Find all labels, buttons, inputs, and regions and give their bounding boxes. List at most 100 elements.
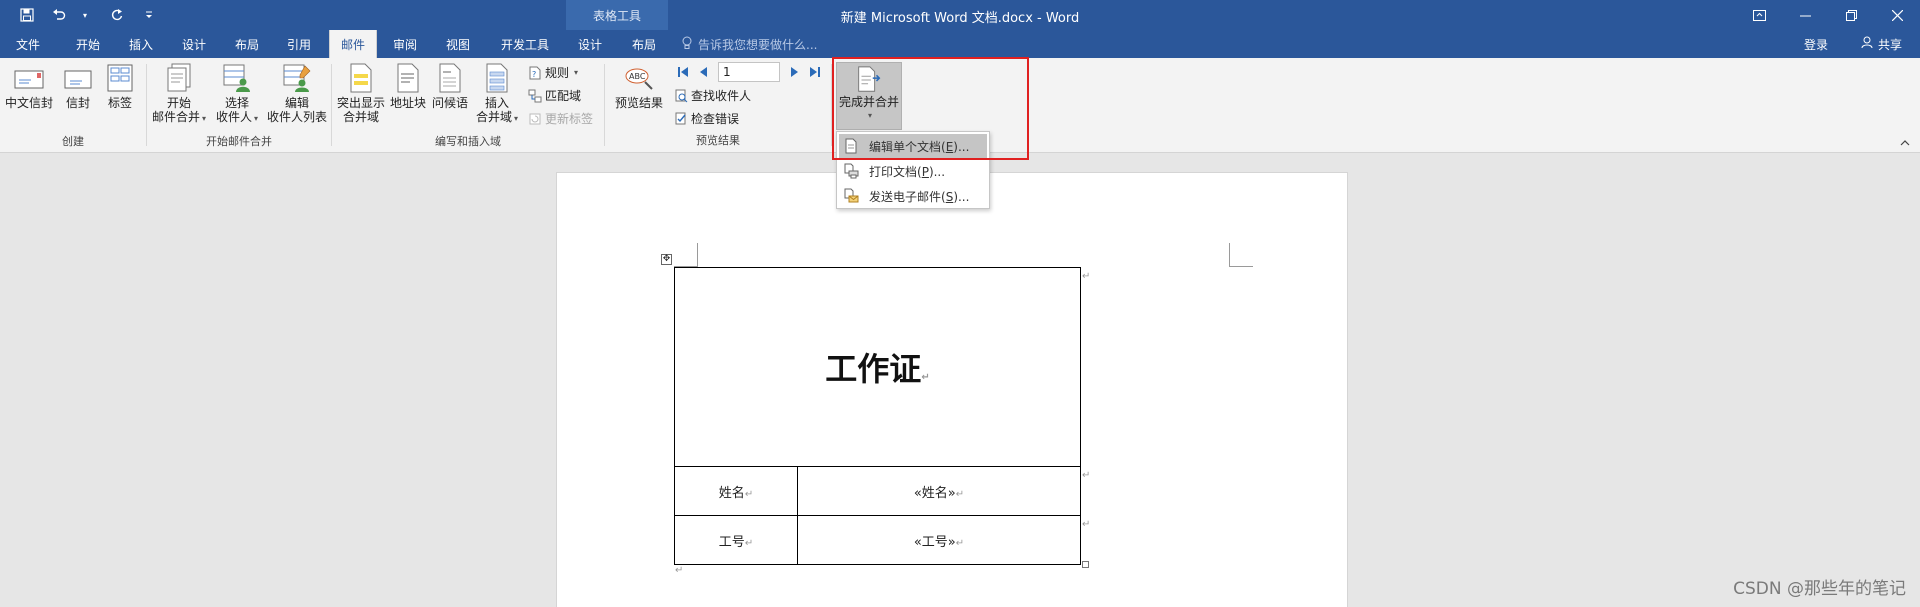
send-email-icon: [844, 188, 859, 203]
tab-table-design[interactable]: 设计: [568, 30, 612, 58]
tab-layout[interactable]: 布局: [225, 30, 269, 58]
quick-access-toolbar: ▾: [14, 5, 162, 25]
group-label-preview: 预览结果: [696, 134, 740, 147]
rules-icon: ?: [529, 66, 541, 79]
tab-insert[interactable]: 插入: [119, 30, 163, 58]
svg-text:?: ?: [532, 70, 536, 79]
first-record-icon[interactable]: [676, 64, 690, 80]
match-fields-button[interactable]: 匹配域: [528, 87, 581, 104]
paragraph-end-mark: ↵: [675, 565, 684, 576]
greeting-line-icon: [439, 63, 461, 93]
preview-results-button[interactable]: ABC 预览结果: [609, 62, 669, 110]
rules-button[interactable]: ? 规则 ▾: [528, 64, 578, 81]
update-labels-button[interactable]: 更新标签: [528, 110, 593, 127]
sign-in-link[interactable]: 登录: [1804, 30, 1828, 58]
highlight-merge-fields-button[interactable]: 突出显示 合并域: [336, 62, 386, 124]
close-icon[interactable]: [1874, 0, 1920, 30]
greeting-line-button[interactable]: 问候语: [430, 62, 470, 110]
csdn-watermark: CSDN @那些年的笔记: [1733, 579, 1906, 599]
select-recipients-icon: [223, 64, 250, 92]
customize-qat-icon[interactable]: [136, 5, 162, 25]
tab-table-layout[interactable]: 布局: [622, 30, 666, 58]
work-badge-table[interactable]: 工作证↵ 姓名↵ «姓名»↵ 工号↵ «工号»↵: [674, 267, 1081, 565]
finish-merge-menu: 编辑单个文档(E)... 打印文档(P)... 发送电子邮件(S)...: [836, 131, 990, 209]
name-label-cell[interactable]: 姓名↵: [674, 466, 798, 516]
tab-mailings[interactable]: 邮件: [329, 30, 377, 58]
undo-dropdown-icon[interactable]: ▾: [72, 5, 98, 25]
tab-view[interactable]: 视图: [436, 30, 480, 58]
insert-merge-field-icon: [486, 63, 508, 93]
group-create: 中文信封 信封 标签 创建: [0, 58, 146, 153]
finish-merge-button[interactable]: 完成并合并 ▾: [836, 62, 902, 130]
tell-me-box[interactable]: 告诉我您想要做什么...: [682, 30, 817, 58]
next-record-icon[interactable]: [788, 64, 802, 80]
redo-icon[interactable]: [104, 5, 130, 25]
previous-record-icon[interactable]: [696, 64, 710, 80]
insert-merge-field-button[interactable]: 插入 合并域 ▾: [472, 62, 522, 126]
chevron-down-icon: ▾: [574, 68, 579, 77]
table-tools-context-label: 表格工具: [566, 0, 668, 30]
ribbon-display-options-icon[interactable]: [1736, 0, 1782, 30]
tell-me-placeholder: 告诉我您想要做什么...: [698, 37, 818, 52]
check-errors-button[interactable]: 检查错误: [674, 110, 739, 127]
badge-title-cell[interactable]: 工作证↵: [674, 267, 1081, 467]
start-mail-merge-icon: [167, 63, 191, 92]
print-document-icon: [844, 163, 859, 179]
chevron-down-icon: ▾: [254, 114, 259, 123]
menu-item-edit-individual-documents[interactable]: 编辑单个文档(E)...: [839, 134, 987, 158]
tab-references[interactable]: 引用: [277, 30, 321, 58]
check-errors-icon: [675, 112, 686, 124]
person-icon: [1861, 36, 1874, 52]
lightbulb-icon: [682, 36, 692, 53]
group-label-create: 创建: [62, 135, 84, 148]
preview-abc-icon: ABC: [625, 68, 653, 90]
save-icon[interactable]: [14, 5, 40, 25]
name-merge-field-cell[interactable]: «姓名»↵: [797, 466, 1081, 516]
finish-merge-icon: [858, 66, 881, 92]
tab-developer[interactable]: 开发工具: [490, 30, 560, 58]
id-label-cell[interactable]: 工号↵: [674, 515, 798, 565]
maximize-icon[interactable]: [1828, 0, 1874, 30]
last-record-icon[interactable]: [808, 64, 822, 80]
collapse-ribbon-icon[interactable]: [1900, 137, 1910, 150]
badge-title: 工作证: [825, 350, 922, 388]
undo-icon[interactable]: [46, 5, 72, 25]
menu-item-print-documents[interactable]: 打印文档(P)...: [839, 159, 987, 183]
match-fields-icon: [528, 89, 542, 102]
select-recipients-button[interactable]: 选择 收件人 ▾: [211, 62, 263, 126]
share-button[interactable]: 共享: [1861, 30, 1902, 58]
chinese-envelopes-button[interactable]: 中文信封: [4, 62, 54, 110]
title-bar: ▾ 表格工具 新建 Microsoft Word 文档.docx - Word: [0, 0, 1920, 30]
edit-recipient-list-icon: [283, 64, 311, 92]
labels-button[interactable]: 标签: [102, 62, 138, 110]
menu-item-send-email-messages[interactable]: 发送电子邮件(S)...: [839, 184, 987, 208]
row-end-mark: ↵: [1082, 271, 1091, 282]
tab-home[interactable]: 开始: [66, 30, 110, 58]
find-recipient-button[interactable]: 查找收件人: [674, 87, 751, 104]
table-resize-handle[interactable]: [1082, 561, 1089, 568]
edit-document-icon: [845, 138, 857, 154]
update-labels-icon: [529, 113, 541, 124]
crop-mark-top-left: [674, 243, 698, 267]
envelopes-button[interactable]: 信封: [60, 62, 96, 110]
group-label-write-insert: 编写和插入域: [435, 135, 501, 148]
edit-recipient-list-button[interactable]: 编辑 收件人列表: [265, 62, 329, 124]
table-move-handle-icon[interactable]: ✥: [661, 254, 672, 265]
address-block-button[interactable]: 地址块: [388, 62, 428, 110]
id-merge-field-cell[interactable]: «工号»↵: [797, 515, 1081, 565]
group-label-start-mail-merge: 开始邮件合并: [206, 135, 272, 148]
share-label: 共享: [1877, 37, 1902, 52]
tab-review[interactable]: 审阅: [383, 30, 427, 58]
window-controls: [1736, 0, 1920, 30]
start-mail-merge-button[interactable]: 开始 邮件合并 ▾: [151, 62, 207, 126]
address-block-icon: [397, 63, 419, 93]
group-write-insert-fields: 突出显示 合并域 地址块 问候语 插入 合并域 ▾ ? 规则 ▾ 匹配域 更新标签 …: [332, 58, 604, 153]
minimize-icon[interactable]: [1782, 0, 1828, 30]
svg-text:ABC: ABC: [629, 72, 646, 81]
window-title: 新建 Microsoft Word 文档.docx - Word: [840, 11, 1080, 26]
group-divider: [831, 64, 832, 146]
tab-design[interactable]: 设计: [172, 30, 216, 58]
row-end-mark: ↵: [1082, 519, 1091, 530]
tab-file[interactable]: 文件: [6, 30, 50, 58]
record-number-input[interactable]: 1: [718, 62, 780, 82]
